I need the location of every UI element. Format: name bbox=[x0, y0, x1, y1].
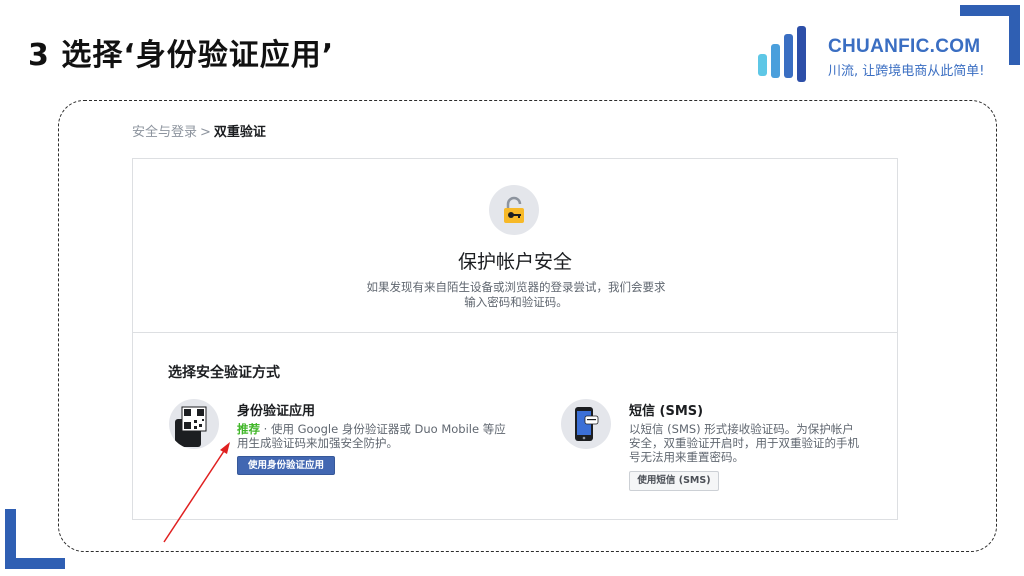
brand-bars-icon bbox=[758, 26, 806, 82]
recommended-badge: 推荐 bbox=[237, 422, 260, 436]
use-sms-button[interactable]: 使用短信 (SMS) bbox=[629, 471, 719, 491]
hero-title: 保护帐户安全 bbox=[457, 251, 572, 273]
corner-bracket-bottom-left-horizontal bbox=[5, 558, 65, 569]
methods-heading: 选择安全验证方式 bbox=[168, 365, 280, 381]
auth-app-description-text: · 使用 Google 身份验证器或 Duo Mobile 等应用生成验证码来加… bbox=[237, 422, 506, 450]
use-auth-app-button[interactable]: 使用身份验证应用 bbox=[237, 456, 335, 475]
breadcrumb-parent-link[interactable]: 安全与登录 bbox=[132, 125, 197, 140]
lock-key-icon bbox=[489, 185, 539, 235]
brand-logo: CHUANFIC.COM 川流, 让跨境电商从此简单! bbox=[756, 22, 996, 86]
auth-app-description: 推荐 · 使用 Google 身份验证器或 Duo Mobile 等应用生成验证… bbox=[237, 422, 517, 450]
slide-title: 3 选择‘身份验证应用’ bbox=[28, 38, 335, 73]
two-factor-panel: 保护帐户安全 如果发现有来自陌生设备或浏览器的登录尝试，我们会要求输入密码和验证… bbox=[132, 158, 898, 520]
corner-bracket-top-right-vertical bbox=[1009, 5, 1020, 65]
breadcrumb: 安全与登录 > 双重验证 bbox=[132, 121, 266, 140]
brand-slogan: 川流, 让跨境电商从此简单! bbox=[828, 64, 985, 79]
section-divider bbox=[133, 332, 897, 333]
hero-description: 如果发现有来自陌生设备或浏览器的登录尝试，我们会要求输入密码和验证码。 bbox=[366, 280, 666, 309]
breadcrumb-separator: > bbox=[200, 125, 211, 140]
sms-title: 短信 (SMS) bbox=[629, 404, 704, 419]
breadcrumb-current: 双重验证 bbox=[213, 125, 266, 140]
annotation-arrow-icon bbox=[163, 442, 230, 543]
phone-message-icon bbox=[561, 399, 611, 449]
brand-name: CHUANFIC.COM bbox=[828, 36, 981, 57]
sms-description: 以短信 (SMS) 形式接收验证码。为保护帐户安全，双重验证开启时，用于双重验证… bbox=[629, 422, 859, 464]
auth-app-title: 身份验证应用 bbox=[237, 404, 316, 419]
